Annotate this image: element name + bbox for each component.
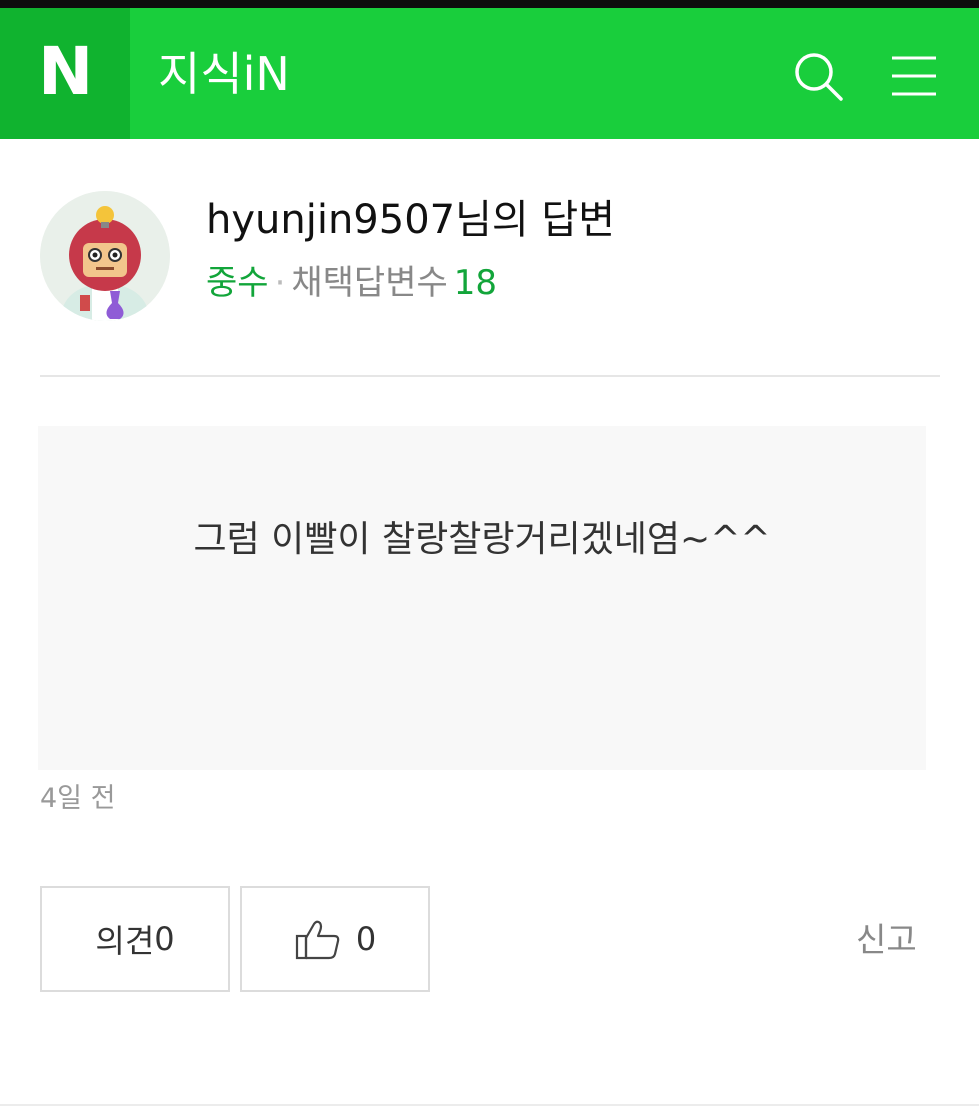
answer-content-box: 그럼 이빨이 찰랑찰랑거리겠네염~^^ — [38, 426, 926, 770]
app-title[interactable]: 지식iN — [158, 46, 290, 102]
search-icon — [795, 53, 843, 101]
bottom-divider — [0, 1104, 979, 1106]
app-header: N 지식iN — [0, 8, 979, 139]
author-meta: 중수 · 채택답변수 18 — [206, 261, 497, 305]
answer-author-title[interactable]: hyunjin9507님의 답변 — [206, 195, 615, 245]
menu-icon — [892, 56, 936, 96]
menu-button[interactable] — [886, 48, 942, 104]
avatar[interactable] — [40, 191, 170, 321]
answer-date: 4일 전 — [40, 783, 116, 814]
status-strip — [0, 0, 979, 8]
section-divider — [40, 375, 940, 377]
adopted-label: 채택답변수 — [291, 263, 448, 303]
meta-separator: · — [274, 263, 286, 303]
opinion-button[interactable]: 의견 0 — [40, 886, 230, 992]
report-link[interactable]: 신고 — [856, 918, 917, 962]
like-button[interactable]: 0 — [240, 886, 430, 992]
adopted-count: 18 — [453, 263, 498, 303]
author-level: 중수 — [206, 263, 269, 303]
naver-logo[interactable]: N — [0, 8, 130, 139]
opinion-count: 0 — [154, 920, 175, 958]
logo-letter: N — [38, 33, 93, 110]
scientist-avatar-icon — [40, 191, 170, 321]
like-count: 0 — [355, 920, 377, 958]
thumbs-up-icon — [295, 920, 340, 960]
search-button[interactable] — [790, 48, 846, 104]
opinion-label: 의견 — [95, 922, 155, 960]
answerer-profile: hyunjin9507님의 답변 중수 · 채택답변수 18 — [0, 139, 979, 376]
answer-content: 그럼 이빨이 찰랑찰랑거리겠네염~^^ — [193, 519, 771, 560]
